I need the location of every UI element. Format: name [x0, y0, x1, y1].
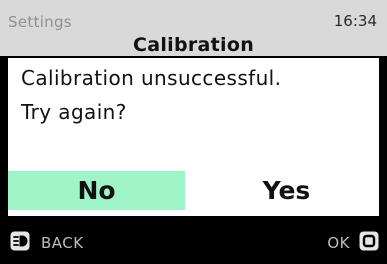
back-softkey-label[interactable]: BACK — [41, 234, 84, 252]
dialog-choices: No Yes — [8, 171, 379, 210]
no-button[interactable]: No — [8, 171, 185, 210]
ok-softkey-label[interactable]: OK — [327, 234, 350, 252]
yes-button[interactable]: Yes — [194, 171, 379, 210]
dialog-message-line-1: Calibration unsuccessful. — [21, 66, 282, 90]
confirm-dialog: Calibration unsuccessful. Try again? No … — [8, 58, 379, 216]
dialog-message-line-2: Try again? — [21, 100, 127, 124]
ok-key-icon[interactable] — [359, 231, 379, 251]
softkey-bar: BACK OK — [0, 222, 387, 264]
device-screen: Settings 16:34 Calibration Calibration u… — [0, 0, 387, 264]
page-title: Calibration — [132, 34, 255, 56]
header-bar: Settings 16:34 Calibration — [0, 0, 387, 56]
clock: 16:34 — [333, 12, 377, 30]
breadcrumb: Settings — [8, 13, 72, 31]
back-key-icon[interactable] — [10, 231, 30, 251]
